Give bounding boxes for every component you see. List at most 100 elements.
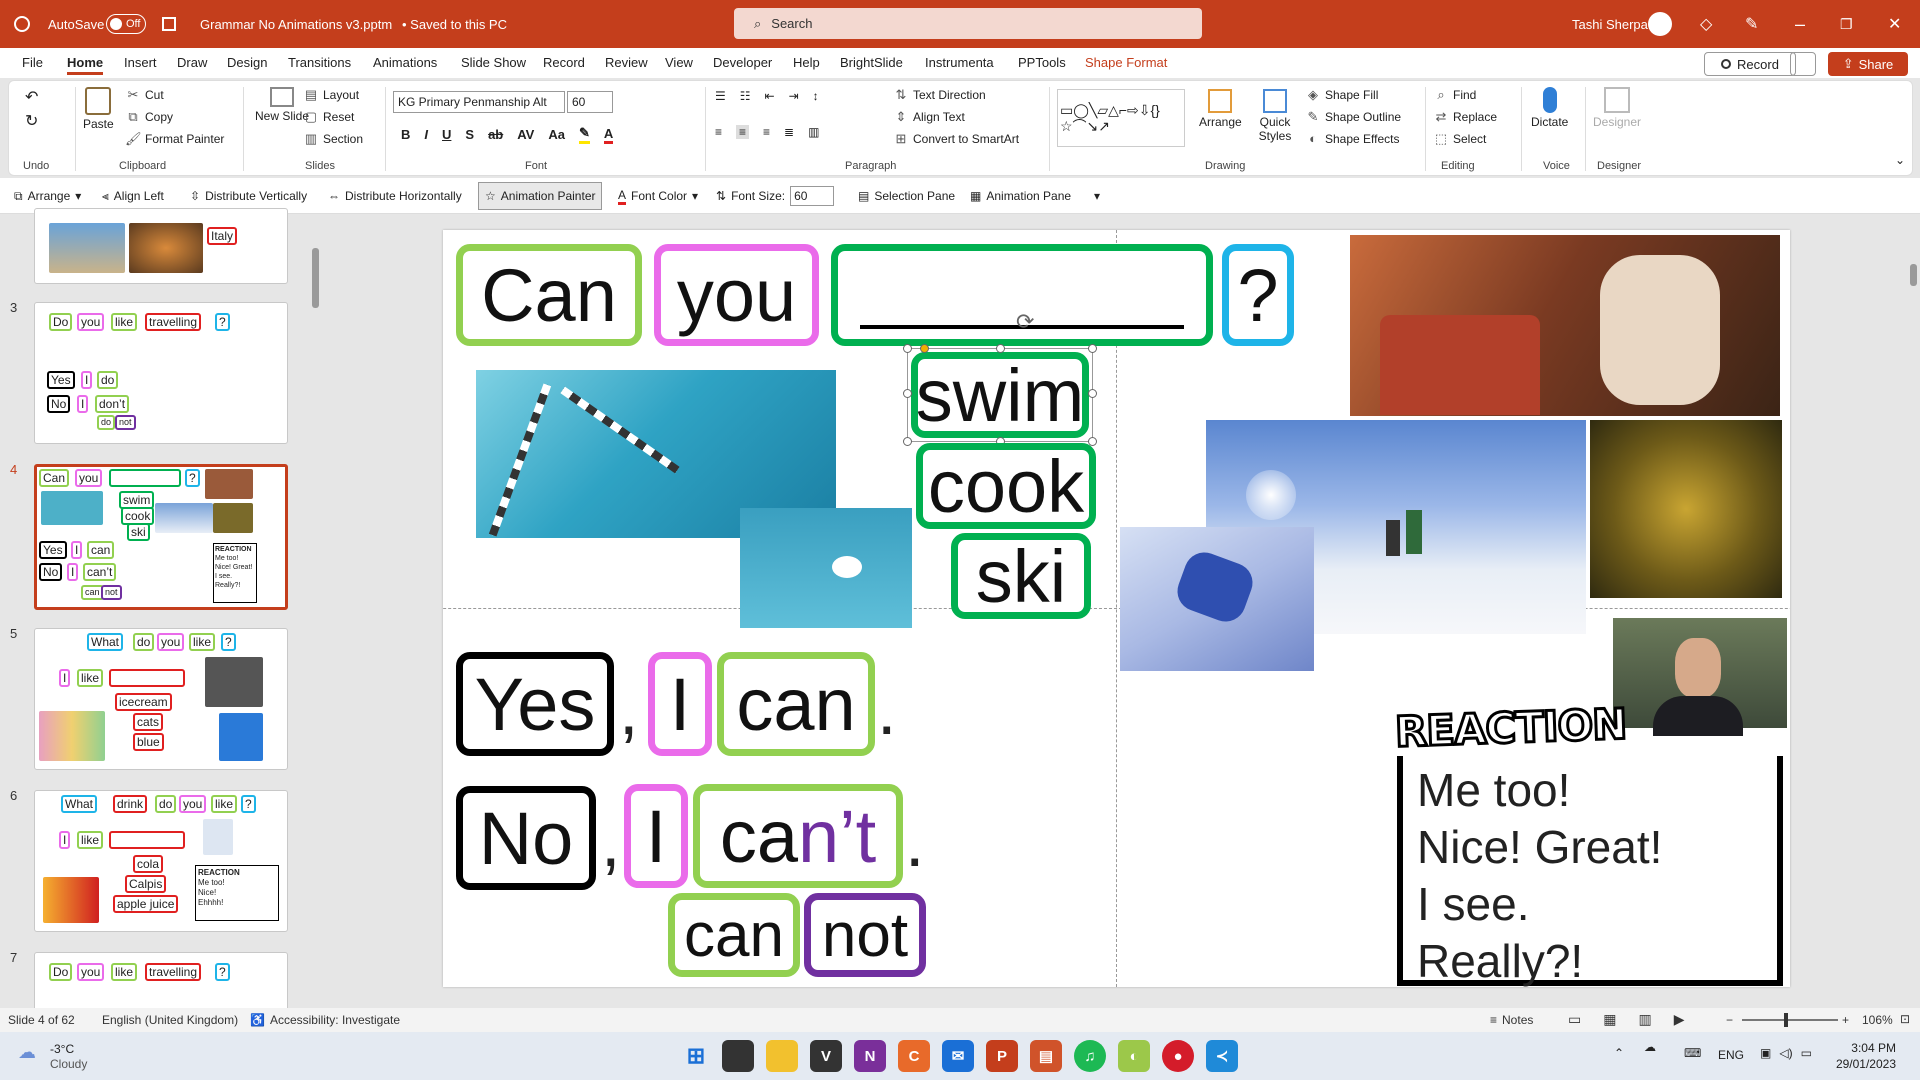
slide-thumbnail-6[interactable]: What drink do you like ? I like cola Cal… <box>34 790 288 932</box>
zoom-in-icon[interactable]: + <box>1842 1013 1849 1027</box>
redo-icon[interactable]: ↻ <box>25 111 38 131</box>
find-button[interactable]: ⌕ Find <box>1433 87 1476 103</box>
tray-status-icons[interactable]: ▣ ◁) ▭ <box>1760 1046 1812 1060</box>
underline-icon[interactable]: U <box>442 127 451 142</box>
animation-painter-button[interactable]: ☆ Animation Painter <box>478 182 603 210</box>
close-icon[interactable]: ✕ <box>1888 0 1901 48</box>
shape-fill-button[interactable]: ◈ Shape Fill <box>1305 87 1378 103</box>
swimming-dog-image[interactable] <box>740 508 912 628</box>
reaction-box[interactable]: Me too! Nice! Great! I see. Really?! <box>1397 756 1783 987</box>
section-button[interactable]: ▥ Section <box>303 131 363 147</box>
text-direction-button[interactable]: ⇅ Text Direction <box>893 87 986 103</box>
slide-thumbnail-3[interactable]: Do you like travelling ? Yes I do No I d… <box>34 302 288 444</box>
app-icon[interactable]: C <box>898 1040 930 1072</box>
app-icon[interactable]: ▤ <box>1030 1040 1062 1072</box>
word-i[interactable]: I <box>648 652 712 756</box>
pen-icon[interactable]: ✎ <box>1745 0 1758 48</box>
word-can[interactable]: Can <box>456 244 642 346</box>
rotate-handle-icon[interactable]: ⟳ <box>1016 309 1034 335</box>
shape-effects-button[interactable]: ◐ Shape Effects <box>1305 131 1399 147</box>
tab-brightslide[interactable]: BrightSlide <box>840 48 903 78</box>
tab-shape-format[interactable]: Shape Format <box>1085 48 1167 78</box>
slideshow-icon[interactable]: ▶ <box>1674 1011 1685 1028</box>
onenote-icon[interactable]: N <box>854 1040 886 1072</box>
cooking-dog-image[interactable] <box>1590 420 1782 598</box>
app-icon[interactable]: ● <box>1162 1040 1194 1072</box>
tab-help[interactable]: Help <box>793 48 820 78</box>
align-left-icon[interactable]: ≡ <box>715 125 722 139</box>
tab-developer[interactable]: Developer <box>713 48 772 78</box>
slide-thumbnail-2[interactable]: Italy <box>34 208 288 284</box>
word-yes[interactable]: Yes <box>456 652 614 756</box>
tab-record[interactable]: Record <box>543 48 585 78</box>
line-spacing-icon[interactable]: ↕ <box>813 89 819 103</box>
record-button[interactable]: Record <box>1704 52 1796 76</box>
zoom-slider[interactable] <box>1742 1013 1838 1027</box>
paste-button[interactable]: Paste <box>83 87 114 131</box>
numbering-icon[interactable]: ☷ <box>740 89 751 103</box>
tab-pptools[interactable]: PPTools <box>1018 48 1066 78</box>
qat-font-size-input[interactable]: 60 <box>790 186 835 206</box>
slide-sorter-icon[interactable]: ▦ <box>1603 1011 1616 1028</box>
tab-view[interactable]: View <box>665 48 693 78</box>
distribute-horizontally-button[interactable]: ⇔ Distribute Horizontally <box>328 178 462 214</box>
reading-view-icon[interactable]: ▥ <box>1638 1011 1651 1028</box>
blank-box[interactable]: ⟳ <box>831 244 1213 346</box>
slide-thumbnail-4-selected[interactable]: Can you ? swim cook ski Yes I can No I c… <box>34 464 288 610</box>
slide-thumbnail-7[interactable]: Do you like travelling ? <box>34 952 288 1012</box>
word-not-split[interactable]: not <box>804 893 926 977</box>
highlight-icon[interactable]: ✎ <box>578 125 590 144</box>
question-mark[interactable]: ? <box>1222 244 1294 346</box>
font-size-select[interactable]: 60 <box>567 91 613 113</box>
replace-button[interactable]: ⇄ Replace <box>1433 109 1497 125</box>
restore-icon[interactable]: ❐ <box>1840 0 1853 48</box>
justify-icon[interactable]: ≣ <box>784 125 794 139</box>
minimize-icon[interactable]: – <box>1795 0 1805 48</box>
columns-icon[interactable]: ▥ <box>808 125 819 139</box>
tab-home[interactable]: Home <box>67 48 104 78</box>
tab-file[interactable]: File <box>22 48 43 78</box>
font-color-button[interactable]: A Font Color ▾ <box>618 178 698 214</box>
shape-outline-button[interactable]: ✎ Shape Outline <box>1305 109 1402 125</box>
cut-button[interactable]: ✂ Cut <box>125 87 164 103</box>
toolbar-more-icon[interactable]: ▾ <box>1094 178 1100 214</box>
indent-increase-icon[interactable]: ⇥ <box>789 89 799 103</box>
copy-button[interactable]: ⧉ Copy <box>125 109 173 125</box>
vivaldi-icon[interactable]: V <box>810 1040 842 1072</box>
tab-draw[interactable]: Draw <box>177 48 207 78</box>
font-name-select[interactable]: KG Primary Penmanship Alt <box>393 91 565 113</box>
tab-slide-show[interactable]: Slide Show <box>461 48 526 78</box>
select-button[interactable]: ⬚ Select <box>1433 131 1487 147</box>
designer-button[interactable]: Designer <box>1593 87 1641 129</box>
spacing-icon[interactable]: AV <box>517 127 534 142</box>
quick-styles-button[interactable]: Quick Styles <box>1255 89 1295 143</box>
thumbnail-scrollbar[interactable] <box>312 248 319 308</box>
word-no[interactable]: No <box>456 786 596 890</box>
tab-review[interactable]: Review <box>605 48 648 78</box>
start-icon[interactable]: ⊞ <box>680 1040 712 1072</box>
notes-button[interactable]: ≡ Notes <box>1490 1013 1533 1027</box>
vscode-icon[interactable]: ≺ <box>1206 1040 1238 1072</box>
autosave-toggle[interactable]: Off <box>106 0 146 48</box>
clock-time[interactable]: 3:04 PM <box>1836 1041 1896 1055</box>
search-input[interactable]: ⌕ Search <box>734 8 1202 39</box>
bold-icon[interactable]: B <box>401 127 410 142</box>
reset-button[interactable]: ▢ Reset <box>303 109 355 125</box>
normal-view-icon[interactable]: ▭ <box>1568 1011 1581 1028</box>
fit-slide-icon[interactable]: ⊡ <box>1900 1012 1910 1026</box>
word-cant[interactable]: ca n’t <box>693 784 903 888</box>
canvas-scrollbar[interactable] <box>1910 264 1917 286</box>
word-can-split[interactable]: can <box>668 893 800 977</box>
skiing-dog-image[interactable] <box>1120 527 1314 671</box>
animation-pane-button[interactable]: ▦ Animation Pane <box>970 178 1071 214</box>
verb-ski[interactable]: ski <box>951 533 1091 619</box>
tab-transitions[interactable]: Transitions <box>288 48 351 78</box>
keyboard-icon[interactable]: ⌨ <box>1684 1046 1701 1060</box>
selection-pane-button[interactable]: ▤ Selection Pane <box>858 178 955 214</box>
avatar[interactable] <box>1648 0 1672 48</box>
undo-icon[interactable]: ↶ <box>25 87 38 107</box>
app-icon[interactable]: ◐ <box>1118 1040 1150 1072</box>
layout-button[interactable]: ▤ Layout <box>303 87 359 103</box>
tray-chevron-icon[interactable]: ⌃ <box>1614 1046 1624 1060</box>
indent-decrease-icon[interactable]: ⇤ <box>765 89 775 103</box>
